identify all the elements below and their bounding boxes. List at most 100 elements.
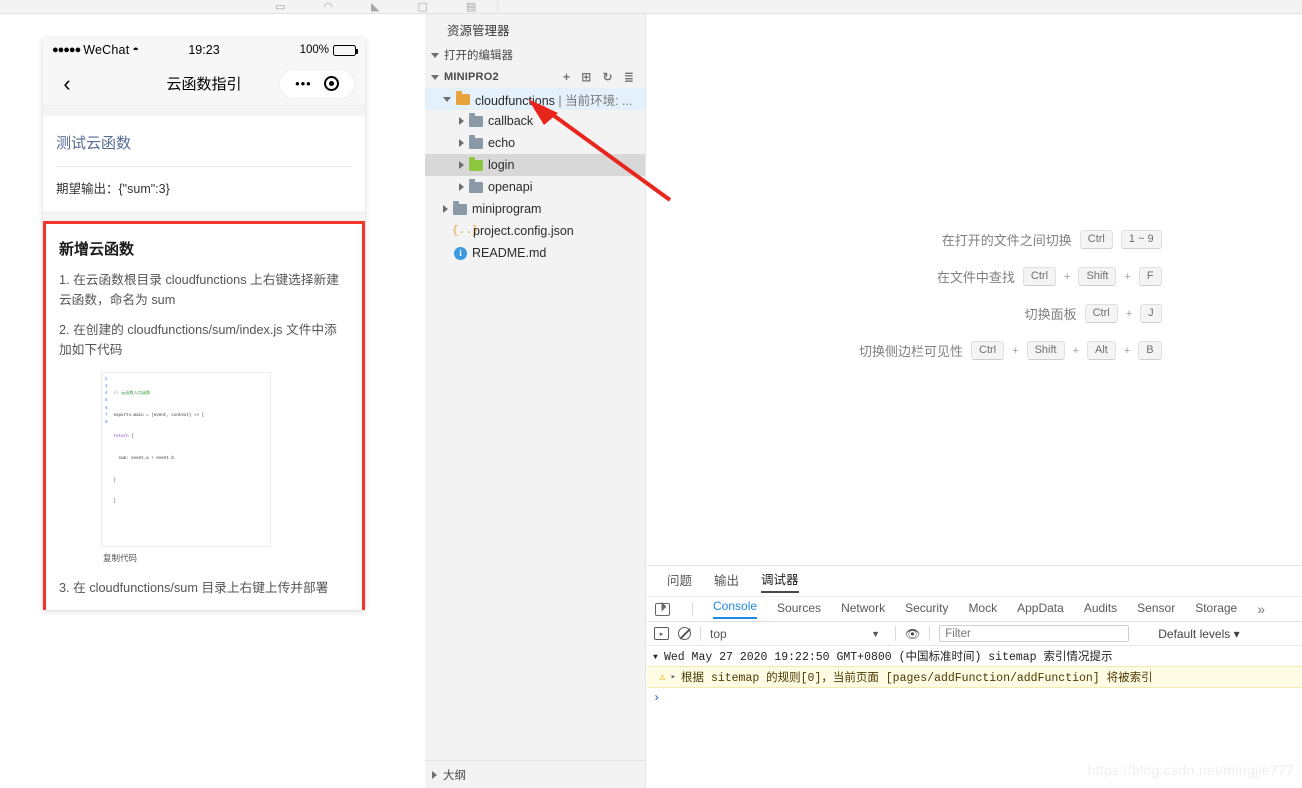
tab-sources[interactable]: Sources [777,601,821,618]
warning-icon: ⚠ [659,672,666,684]
tab-console[interactable]: Console [713,599,758,619]
cursor-icon[interactable]: ◣ [371,2,379,13]
tree-item-openapi[interactable]: openapi [425,176,645,198]
guide-card-title: 新增云函数 [59,241,135,258]
tree-item-label: echo [488,136,516,150]
clear-console-icon[interactable] [678,627,691,640]
key-cap: Ctrl [1022,267,1057,286]
wechat-capsule-button[interactable]: ••• [279,68,355,99]
execute-icon[interactable]: ▸ [654,627,669,640]
tree-item-label: cloudfunctions | 当前环境: ... [475,93,633,108]
markdown-file-icon: i [454,246,467,260]
code-line: sum: event.a + event.b [113,456,174,461]
tree-item-callback[interactable]: callback [425,110,645,132]
top-toolbar: ▭ ◠ ◣ ▢ ▤ [0,0,1302,14]
test-card-title[interactable]: 测试云函数 [56,132,352,153]
console-prompt[interactable]: › [647,688,1302,708]
project-name: MINIPRO2 [444,71,499,83]
context-selector[interactable]: top ▼ [710,627,886,641]
open-editors-section[interactable]: 打开的编辑器 [425,44,645,66]
chevron-right-icon[interactable] [459,183,464,191]
live-expression-icon[interactable]: 👁 [905,627,920,641]
console-log-text: Wed May 27 2020 19:22:50 GMT+0800 (中国标准时… [663,651,1113,664]
chevron-down-icon[interactable]: ▼ [871,629,880,639]
line-number: 6 [105,406,108,411]
open-editors-label: 打开的编辑器 [444,50,513,62]
key-cap: J [1140,304,1162,323]
tree-item-readme[interactable]: i README.md [425,242,645,264]
target-circle-icon[interactable] [323,76,339,91]
line-number: 5 [105,399,108,404]
collapse-all-icon[interactable]: ≣ [624,71,634,83]
shortcut-row: 切换面板 Ctrl + J [859,304,1162,323]
shortcut-label: 切换侧边栏可见性 [859,344,964,359]
log-levels-dropdown[interactable]: Default levels ▾ [1158,627,1239,641]
key-cap: Ctrl [1084,304,1118,323]
panel-icon[interactable]: ▤ [466,2,476,13]
tab-audits[interactable]: Audits [1084,601,1117,618]
chevron-down-icon[interactable] [431,52,439,58]
guide-step: 2. 在创建的 cloudfunctions/sum/index.js 文件中添… [59,323,337,358]
tab-output[interactable]: 输出 [714,570,739,592]
more-dots-icon[interactable]: ••• [295,77,312,90]
tree-item-login[interactable]: login [425,154,645,176]
tab-storage[interactable]: Storage [1195,601,1237,618]
chevron-right-icon[interactable] [432,770,437,779]
tab-security[interactable]: Security [905,601,948,618]
chevron-right-icon[interactable] [443,205,448,213]
refresh-icon[interactable]: ◠ [323,2,333,13]
file-explorer-panel: 资源管理器 打开的编辑器 MINIPRO2 + ⊞ ↻ ≣ cloudfunct… [425,14,646,788]
wifi-icon: ◓ [132,44,140,56]
preview-icon[interactable]: ▢ [417,2,427,13]
key-cap: Alt [1087,341,1116,360]
console-log-group[interactable]: ▾ Wed May 27 2020 19:22:50 GMT+0800 (中国标… [647,646,1302,666]
tab-debugger[interactable]: 调试器 [761,569,799,593]
test-cloudfunction-card: 测试云函数 期望输出：{"sum":3} [43,116,365,211]
new-folder-icon[interactable]: ⊞ [581,71,591,83]
tree-item-project-config[interactable]: {..} project.config.json [425,220,645,242]
tab-problems[interactable]: 问题 [667,570,692,592]
chevron-right-icon[interactable] [459,161,464,169]
console-warning-row[interactable]: ⚠ ▸ 根据 sitemap 的规则[0]，当前页面 [pages/addFun… [647,666,1302,688]
copy-code-button[interactable]: 复制代码 [99,553,141,564]
divider [692,601,693,617]
tree-item-miniprogram[interactable]: miniprogram [425,198,645,220]
key-cap: Shift [1026,341,1065,360]
new-file-icon[interactable]: + [563,71,570,83]
phone-status-bar: ●●●●● WeChat ◓ 19:23 100% [43,38,365,62]
editor-welcome-area: 在打开的文件之间切换 Ctrl 1 ~ 9 在文件中查找 Ctrl + Shif… [647,14,1302,565]
add-cloudfunction-card: 新增云函数 1. 在云函数根目录 cloudfunctions 上右键选择新建云… [43,221,365,610]
chevron-right-icon[interactable]: ▸ [671,672,676,682]
console-filter-input[interactable] [939,625,1130,642]
project-section[interactable]: MINIPRO2 + ⊞ ↻ ≣ [425,66,645,88]
code-lines: // 云函数入口函数 exports.main = (event, contex… [112,373,270,547]
json-file-icon: {..} [452,225,479,237]
divider [700,626,701,641]
key-cap: 1 ~ 9 [1120,230,1162,249]
watermark: https://blog.csdn.net/mingjie777 [1087,762,1294,778]
chevron-right-icon[interactable] [459,117,464,125]
tree-item-cloudfunctions[interactable]: cloudfunctions | 当前环境: ... [425,88,645,110]
devtools-panel-tabs: 问题 输出 调试器 [647,566,1302,596]
chevron-right-icon[interactable] [459,139,464,147]
divider [895,626,896,641]
shortcut-label: 在打开的文件之间切换 [941,233,1072,248]
tab-network[interactable]: Network [841,601,885,618]
key-cap: Shift [1078,267,1117,286]
tab-sensor[interactable]: Sensor [1137,601,1175,618]
outline-section[interactable]: 大纲 [425,760,645,788]
chevron-down-icon[interactable]: ▾ [652,649,659,664]
chevron-down-icon[interactable] [431,74,439,80]
code-line: return { [114,434,267,441]
tab-mock[interactable]: Mock [968,601,997,618]
key-joiner: + [1125,307,1133,320]
tab-appdata[interactable]: AppData [1017,601,1064,618]
refresh-icon[interactable]: ↻ [602,71,612,83]
inspect-element-icon[interactable] [655,602,670,616]
more-tabs-icon[interactable]: » [1257,601,1265,617]
line-number: 8 [105,420,108,425]
tree-item-echo[interactable]: echo [425,132,645,154]
chevron-down-icon[interactable] [443,96,451,102]
minimize-icon[interactable]: ▭ [275,2,285,13]
key-cap: Ctrl [1079,230,1113,249]
